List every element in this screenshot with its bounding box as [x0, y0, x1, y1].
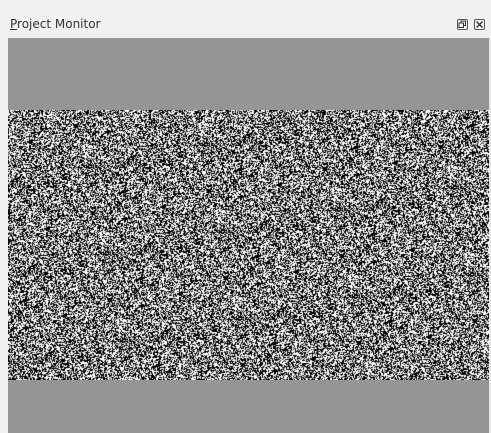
title-mnemonic: P [10, 17, 18, 31]
panel-titlebar[interactable]: Project Monitor [0, 0, 491, 38]
project-monitor-window: Project Monitor [0, 0, 491, 433]
close-icon [476, 21, 483, 28]
float-icon [458, 20, 466, 28]
float-panel-button[interactable] [457, 19, 468, 30]
monitor-viewport[interactable] [8, 38, 489, 433]
video-frame-static-noise [8, 110, 489, 380]
close-panel-button[interactable] [474, 19, 485, 30]
panel-title: Project Monitor [10, 17, 101, 31]
title-text: roject Monitor [17, 17, 101, 31]
